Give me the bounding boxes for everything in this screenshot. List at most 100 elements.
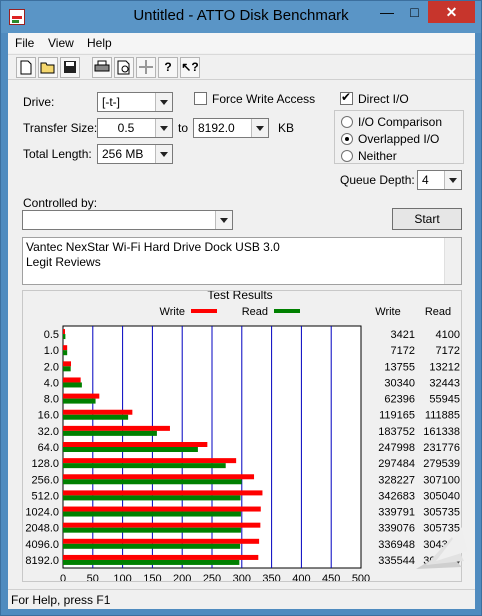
write-value: 62396	[384, 394, 415, 406]
open-folder-icon[interactable]	[38, 57, 58, 78]
category-label: 4096.0	[25, 539, 59, 551]
total-length-select[interactable]: 256 MB	[97, 144, 173, 164]
read-value: 231776	[423, 442, 460, 454]
read-bar	[63, 447, 198, 452]
close-button[interactable]: ✕	[428, 1, 475, 23]
legend-write-swatch	[191, 309, 217, 313]
description-scrollbar[interactable]	[444, 238, 461, 284]
category-label: 0.5	[44, 329, 59, 341]
neither-radio[interactable]	[341, 150, 353, 162]
write-value: 7172	[391, 345, 415, 357]
move-icon[interactable]	[136, 57, 156, 78]
transfer-to-select[interactable]: 8192.0	[193, 118, 269, 138]
direct-io-checkbox[interactable]	[340, 90, 353, 105]
category-label: 128.0	[31, 458, 59, 470]
description-textbox[interactable]: Vantec NexStar Wi-Fi Hard Drive Dock USB…	[22, 237, 462, 285]
write-bar	[63, 490, 263, 496]
transfer-from-select[interactable]: 0.5	[97, 118, 173, 138]
category-label: 512.0	[31, 490, 59, 502]
io-comparison-radio[interactable]	[341, 116, 353, 128]
write-bar	[63, 393, 100, 399]
force-write-checkbox[interactable]	[194, 92, 207, 105]
column-header-read: Read	[425, 306, 451, 318]
write-bar	[63, 442, 208, 447]
menu-bar: File View Help	[8, 33, 475, 53]
write-bar	[63, 554, 259, 560]
read-value: 305735	[423, 507, 460, 519]
start-button[interactable]: Start	[392, 208, 462, 230]
print-icon[interactable]	[92, 57, 112, 78]
category-label: 1.0	[44, 345, 59, 357]
results-title: Test Results	[207, 291, 272, 302]
save-icon[interactable]	[60, 57, 80, 78]
transfer-to-value: 8192.0	[198, 121, 235, 135]
chevron-down-icon[interactable]	[444, 171, 461, 189]
read-bar	[63, 414, 129, 420]
results-chart: Test Results Write Read Write Read 0.5 3421 410…	[25, 291, 460, 581]
write-value: 328227	[378, 474, 415, 486]
read-value: 7172	[436, 345, 460, 357]
write-bar	[63, 329, 65, 335]
chevron-down-icon[interactable]	[251, 119, 268, 137]
write-value: 3421	[391, 329, 415, 341]
category-label: 256.0	[31, 474, 59, 486]
new-document-icon[interactable]	[16, 57, 36, 78]
column-header-write: Write	[375, 306, 400, 318]
to-label: to	[178, 121, 189, 135]
drive-select[interactable]: [-t-]	[97, 92, 173, 112]
legend-read-swatch	[274, 309, 300, 313]
write-value: 247998	[378, 442, 415, 454]
kb-label: KB	[278, 121, 295, 135]
category-label: 16.0	[38, 410, 59, 422]
read-value: 111885	[425, 410, 460, 422]
menu-help[interactable]: Help	[87, 36, 112, 50]
category-label: 8192.0	[25, 555, 59, 567]
x-tick-label: 150	[143, 573, 161, 581]
read-value: 161338	[423, 426, 460, 438]
write-bar	[63, 345, 68, 351]
category-label: 2.0	[44, 361, 59, 373]
menu-view[interactable]: View	[48, 36, 74, 50]
queue-depth-select[interactable]: 4	[417, 170, 462, 190]
controlled-by-select[interactable]	[22, 210, 233, 230]
write-bar	[63, 506, 261, 512]
maximize-button[interactable]: □	[401, 1, 428, 23]
title-bar[interactable]: Untitled - ATTO Disk Benchmark — □ ✕	[1, 1, 481, 33]
write-value: 30340	[384, 377, 415, 389]
context-help-icon[interactable]: ↖?	[180, 57, 200, 78]
legend-write-label: Write	[160, 306, 185, 318]
write-bar	[63, 474, 255, 480]
transfer-from-value: 0.5	[117, 121, 135, 135]
x-tick-label: 250	[203, 573, 221, 581]
menu-file[interactable]: File	[15, 36, 34, 50]
x-tick-label: 50	[87, 573, 99, 581]
chevron-down-icon[interactable]	[215, 211, 232, 229]
x-tick-label: 400	[292, 573, 310, 581]
overlapped-io-label: Overlapped I/O	[358, 132, 440, 146]
minimize-button[interactable]: —	[373, 1, 401, 23]
category-label: 8.0	[44, 394, 59, 406]
read-bar	[63, 463, 226, 469]
x-tick-label: 0	[60, 573, 66, 581]
queue-depth-value: 4	[422, 173, 429, 187]
chevron-down-icon[interactable]	[155, 93, 172, 111]
chevron-down-icon[interactable]	[155, 145, 172, 163]
category-label: 32.0	[38, 426, 59, 438]
chevron-down-icon[interactable]	[155, 119, 172, 137]
force-write-label: Force Write Access	[212, 92, 316, 106]
description-line-1: Vantec NexStar Wi-Fi Hard Drive Dock USB…	[26, 240, 280, 254]
status-text: For Help, press F1	[11, 593, 111, 607]
help-icon[interactable]: ?	[158, 57, 178, 78]
total-length-label: Total Length:	[23, 147, 92, 161]
legit-reviews-logo	[416, 527, 468, 569]
test-results-group: Test Results Write Read Write Read 0.5 3421 410…	[22, 290, 462, 582]
read-value: 305040	[423, 490, 460, 502]
read-bar	[63, 559, 240, 565]
x-tick-label: 200	[173, 573, 191, 581]
write-value: 339791	[378, 507, 415, 519]
print-preview-icon[interactable]	[114, 57, 134, 78]
direct-io-label: Direct I/O	[358, 92, 409, 106]
category-label: 4.0	[44, 377, 59, 389]
overlapped-io-radio[interactable]	[341, 133, 353, 145]
read-bar	[63, 527, 241, 533]
